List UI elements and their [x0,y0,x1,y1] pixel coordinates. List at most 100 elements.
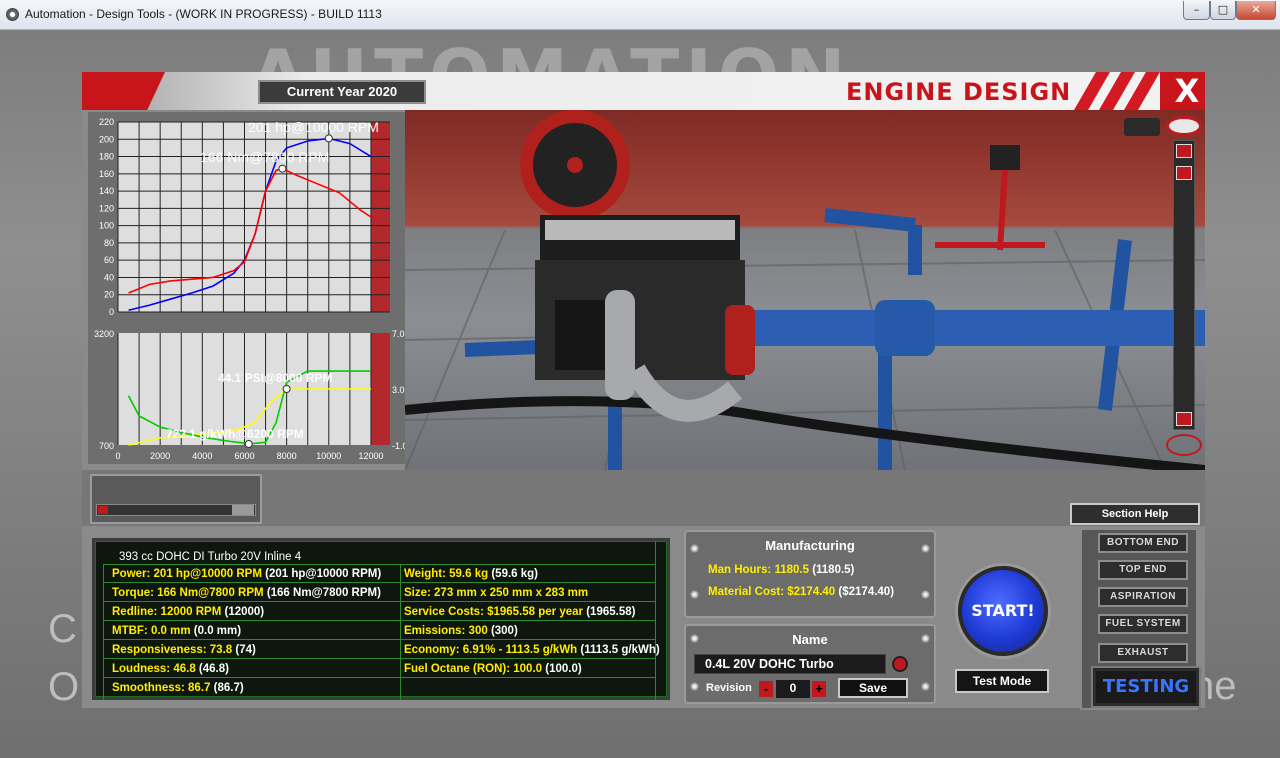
material-cost: Material Cost: $2174.40 [708,586,836,598]
stat-label: Power: 201 hp@10000 RPM [112,568,262,580]
stat-label: Smoothness: 86.7 [112,682,211,694]
background-text-left-1: C [48,607,77,651]
engine-3d-viewport[interactable] [405,110,1205,470]
zoom-scrollbar[interactable] [1173,140,1195,430]
chart2-xtick-label: 10000 [316,451,341,461]
window-close-button[interactable]: ✕ [1236,1,1276,20]
stat-reference: (1113.5 g/kWh) [580,644,660,656]
mini-scroller[interactable] [90,474,262,524]
name-panel: Name 0.4L 20V DOHC Turbo Revision - 0 + … [684,624,936,704]
manufacturing-panel: Manufacturing Man Hours: 1180.5 (1180.5)… [684,530,936,618]
revision-minus-button[interactable]: - [759,681,773,697]
chart1-peak-marker [324,134,333,143]
chart1-ytick-label: 40 [104,272,114,282]
scroll-thumb[interactable] [232,505,254,515]
close-panel-button[interactable]: X [1170,74,1204,108]
stat-reference: (1965.58) [586,606,636,618]
scroll-left-arrow-icon[interactable] [98,506,108,514]
stat-row: Loudness: 46.8 (46.8) [112,663,229,675]
chart1-ytick-label: 160 [99,169,114,179]
stat-label: Weight: 59.6 kg [404,568,489,580]
window-title: Automation - Design Tools - (WORK IN PRO… [25,7,382,21]
stat-row: Power: 201 hp@10000 RPM (201 hp@10000 RP… [112,568,381,580]
chart2-left-tick-label: 700 [99,441,114,451]
screenshot-camera-icon[interactable] [1124,118,1160,136]
chart2-right-tick-label: 3.0 [392,385,405,395]
stat-row: Torque: 166 Nm@7800 RPM (166 Nm@7800 RPM… [112,587,381,599]
stat-row: MTBF: 0.0 mm (0.0 mm) [112,625,241,637]
tab-top-end[interactable]: TOP END [1098,560,1188,580]
engine-model [535,215,755,422]
maximize-button[interactable]: □ [1210,1,1236,20]
stat-label: Service Costs: $1965.58 per year [404,606,584,618]
stat-label: Emissions: 300 [404,625,488,637]
current-year: Current Year 2020 [286,84,398,99]
engine-description: 393 cc DOHC DI Turbo 20V Inline 4 [119,551,302,563]
tab-fuel-system[interactable]: FUEL SYSTEM [1098,614,1188,634]
zoom-slider-thumb[interactable] [1176,166,1192,180]
charts-svg: 0 20 40 60 80 100 120 140 160 180 200 220 201 hp@100… [94,117,405,461]
background-text-left-2: O [48,665,80,709]
app-icon [6,8,19,21]
stat-row: Size: 273 mm x 250 mm x 283 mm [404,587,588,599]
chart1-ytick-label: 80 [104,238,114,248]
chart2-left-tick-label: 3200 [94,329,114,339]
section-help-button[interactable]: Section Help [1070,503,1200,525]
chart2-xtick-label: 4000 [192,451,212,461]
chart1-ytick-label: 0 [109,307,114,317]
chart1-peak-marker [278,164,287,173]
revision-plus-button[interactable]: + [812,681,826,697]
header-red-accent [82,72,182,110]
performance-charts: 0 20 40 60 80 100 120 140 160 180 200 220 201 hp@100… [88,112,405,464]
background-text-left: C O [48,600,79,716]
stat-label: Economy: 6.91% - 1113.5 g/kWh [404,644,578,656]
chart2-peak-marker [244,440,253,449]
chart1-ytick-label: 120 [99,203,114,213]
minimize-button[interactable]: – [1183,1,1210,20]
tab-exhaust[interactable]: EXHAUST [1098,643,1188,663]
material-cost-ref: ($2174.40) [838,586,895,598]
chart2-annotation: 44.1 PSI@8000 RPM [218,371,332,385]
test-mode-button[interactable]: Test Mode [955,669,1049,693]
chart2-annotation: 722.1 g/kWh@6200 RPM [166,427,304,441]
chart1-ytick-label: 180 [99,152,114,162]
engine-stats-panel: 393 cc DOHC DI Turbo 20V Inline 4 Power:… [92,538,670,700]
stat-reference: (166 Nm@7800 RPM) [266,587,381,599]
chart2-xtick-label: 0 [115,451,120,461]
tab-aspiration[interactable]: ASPIRATION [1098,587,1188,607]
chart1-annotation: 201 hp@10000 RPM [248,119,379,135]
stat-row: Redline: 12000 RPM (12000) [112,606,264,618]
stat-label: Responsiveness: 73.8 [112,644,233,656]
stat-row: Responsiveness: 73.8 (74) [112,644,256,656]
chart2-xtick-label: 8000 [277,451,297,461]
stat-reference: (300) [490,625,518,637]
zoom-up-arrow-icon[interactable] [1176,144,1192,158]
stat-reference: (12000) [224,606,265,618]
chart1-ytick-label: 140 [99,186,114,196]
tab-bottom-end[interactable]: BOTTOM END [1098,533,1188,553]
stat-reference: (201 hp@10000 RPM) [265,568,382,580]
stat-row: Weight: 59.6 kg (59.6 kg) [404,568,538,580]
stat-label: Loudness: 46.8 [112,663,196,675]
tab-testing[interactable]: TESTING [1093,668,1199,706]
start-button[interactable]: START! [958,566,1048,656]
stat-reference: (74) [235,644,256,656]
view-eye-icon[interactable] [1166,116,1202,136]
chart1-ytick-label: 200 [99,134,114,144]
save-button[interactable]: Save [838,678,908,698]
chart2-xtick-label: 2000 [150,451,170,461]
randomize-name-icon[interactable] [892,656,908,672]
chart2-xtick-label: 12000 [358,451,383,461]
manufacturing-title: Manufacturing [765,538,855,553]
man-hours: Man Hours: 1180.5 [708,564,809,576]
name-title: Name [792,632,828,647]
reset-view-icon[interactable] [1166,434,1202,456]
engine-name-field[interactable]: 0.4L 20V DOHC Turbo [694,654,886,674]
stat-label: Redline: 12000 RPM [112,606,222,618]
stat-reference: (0.0 mm) [193,625,242,637]
engine-scene [405,110,1205,470]
zoom-down-arrow-icon[interactable] [1176,412,1192,426]
chart1-ytick-label: 100 [99,221,114,231]
stat-reference: (86.7) [213,682,244,694]
wall-fan [520,110,630,220]
